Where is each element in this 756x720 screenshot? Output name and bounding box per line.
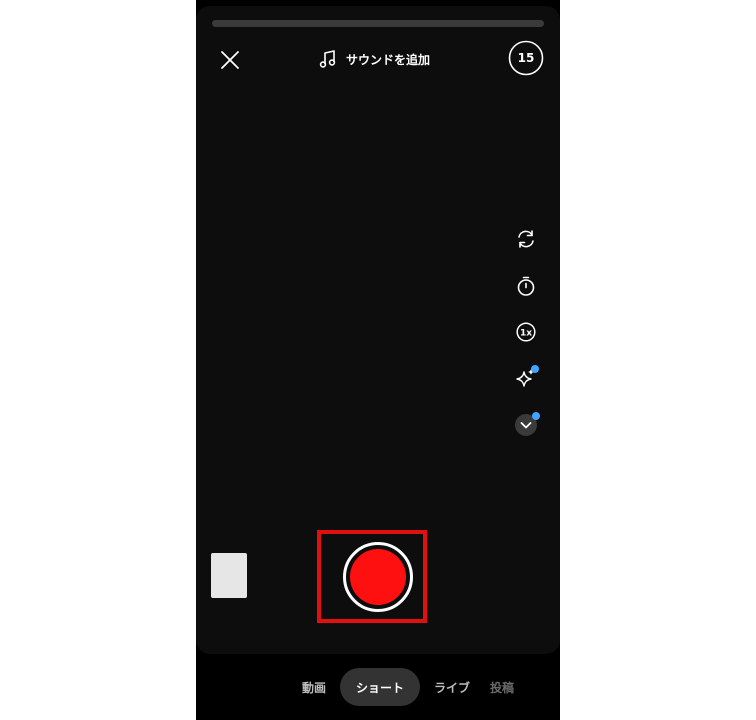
new-badge-dot bbox=[532, 412, 540, 420]
effects-button[interactable] bbox=[512, 364, 540, 392]
duration-button[interactable]: 15 bbox=[508, 40, 544, 76]
timer-button[interactable] bbox=[512, 272, 540, 300]
flip-camera-icon bbox=[518, 230, 534, 248]
speed-1x-icon: 1x bbox=[516, 322, 536, 342]
duration-value: 15 bbox=[517, 51, 535, 65]
camera-screen: サウンドを追加 15 1x 動画 ショート ライブ 投稿 bbox=[196, 0, 560, 720]
speed-button[interactable]: 1x bbox=[512, 318, 540, 346]
flip-camera-button[interactable] bbox=[512, 225, 540, 253]
gallery-thumbnail[interactable] bbox=[211, 553, 247, 598]
speed-label: 1x bbox=[520, 328, 532, 338]
music-note-icon bbox=[319, 50, 336, 68]
tab-video[interactable]: 動画 bbox=[292, 668, 336, 706]
tab-live[interactable]: ライブ bbox=[424, 668, 480, 706]
tab-shorts[interactable]: ショート bbox=[340, 668, 421, 706]
timer-icon bbox=[517, 276, 535, 296]
more-tools-button[interactable] bbox=[512, 411, 540, 439]
record-button[interactable] bbox=[343, 542, 413, 612]
add-sound-button[interactable]: サウンドを追加 bbox=[318, 46, 430, 72]
close-button[interactable] bbox=[216, 46, 244, 74]
add-sound-label: サウンドを追加 bbox=[346, 52, 431, 67]
new-badge-dot bbox=[531, 365, 539, 373]
close-icon bbox=[221, 51, 239, 69]
mode-tabs: 動画 ショート ライブ 投稿 bbox=[292, 668, 524, 706]
record-button-core bbox=[350, 549, 406, 605]
tab-post[interactable]: 投稿 bbox=[480, 668, 524, 706]
recording-progress-bar bbox=[212, 20, 544, 27]
